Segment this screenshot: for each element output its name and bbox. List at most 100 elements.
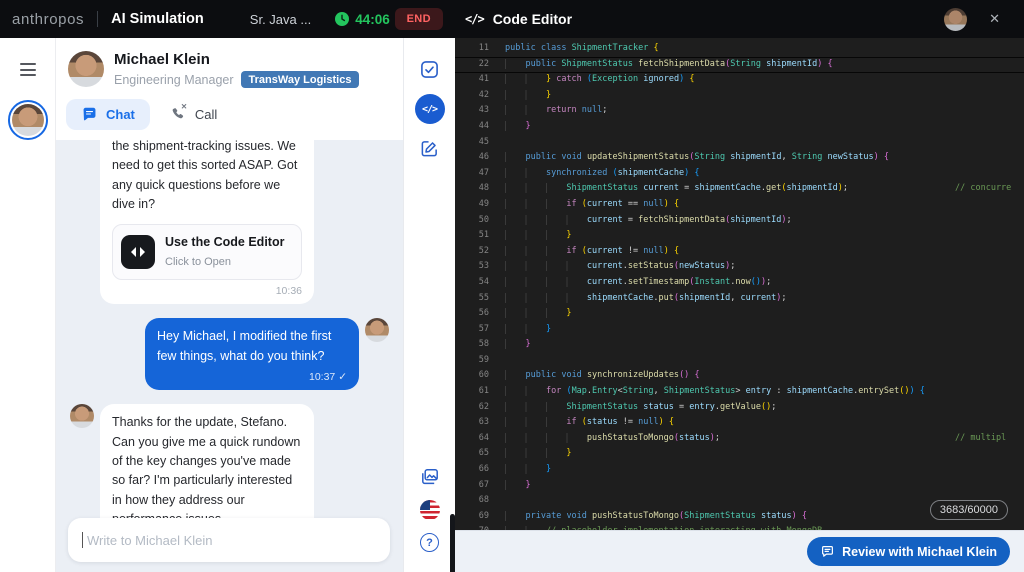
line-number: 68 (455, 493, 489, 509)
sidebar-contact-michael[interactable] (8, 100, 48, 140)
message-text: Thanks for the update, Stefano. Can you … (112, 413, 302, 529)
tab-call[interactable]: ✕ Call (170, 106, 217, 123)
code-line[interactable]: 59 (455, 353, 1024, 369)
code-line[interactable]: 43 return null; (455, 103, 1024, 119)
line-number: 47 (455, 166, 489, 182)
line-number: 62 (455, 400, 489, 416)
message-input[interactable] (85, 532, 376, 549)
code-editor-tool-active[interactable]: </> (415, 94, 445, 124)
line-number: 64 (455, 431, 489, 447)
code-line[interactable]: 44 } (455, 119, 1024, 135)
line-number: 52 (455, 244, 489, 260)
close-icon[interactable]: ✕ (989, 11, 1000, 27)
line-number: 69 (455, 509, 489, 525)
line-number: 65 (455, 446, 489, 462)
code-line[interactable]: 55 shipmentCache.put(shipmentId, current… (455, 291, 1024, 307)
line-number: 49 (455, 197, 489, 213)
menu-icon[interactable] (20, 63, 36, 80)
line-number: 67 (455, 478, 489, 494)
contacts-sidebar (0, 38, 56, 572)
card-subtitle: Click to Open (165, 254, 284, 271)
line-number: 44 (455, 119, 489, 135)
code-line[interactable]: 47 synchronized (shipmentCache) { (455, 166, 1024, 182)
open-code-editor-card[interactable]: Use the Code Editor Click to Open (112, 224, 302, 280)
tasks-icon[interactable] (420, 60, 439, 79)
chat-tabs: Chat ✕ Call (66, 99, 217, 130)
line-number: 43 (455, 103, 489, 119)
compose-icon[interactable] (420, 139, 439, 158)
code-line[interactable]: 54 current.setTimestamp(Instant.now()); (455, 275, 1024, 291)
divider (97, 11, 98, 27)
avatar (12, 104, 44, 136)
code-editor-title: Code Editor (493, 11, 572, 27)
code-line[interactable]: 58 } (455, 337, 1024, 353)
company-badge: TransWay Logistics (241, 71, 360, 88)
code-line[interactable]: 48 ShipmentStatus current = shipmentCach… (455, 181, 1024, 197)
session-timer: 44:06 (335, 12, 390, 27)
avatar[interactable] (944, 8, 967, 31)
clock-icon (335, 12, 349, 26)
code-line[interactable]: 65 } (455, 446, 1024, 462)
call-unavailable-icon: ✕ (181, 102, 187, 111)
avatar (68, 51, 104, 87)
line-number: 51 (455, 228, 489, 244)
code-line[interactable]: 56 } (455, 306, 1024, 322)
code-line[interactable]: 66 } (455, 462, 1024, 478)
line-number: 66 (455, 462, 489, 478)
line-number: 56 (455, 306, 489, 322)
chat-header: Michael Klein Engineering Manager TransW… (56, 38, 403, 140)
code-line[interactable]: 46 public void updateShipmentStatus(Stri… (455, 150, 1024, 166)
review-button[interactable]: Review with Michael Klein (807, 537, 1010, 566)
tab-chat[interactable]: Chat (66, 99, 150, 130)
chat-bubble-icon (81, 106, 98, 123)
line-number: 45 (455, 135, 489, 151)
character-counter: 3683/60000 (930, 500, 1008, 520)
line-number: 53 (455, 259, 489, 275)
review-chat-icon (820, 544, 835, 559)
incoming-message-bubble: the shipment-tracking issues. We need to… (100, 140, 314, 304)
code-line[interactable]: 63 if (status != null) { (455, 415, 1024, 431)
code-line[interactable]: 41 } catch (Exception ignored) { (455, 72, 1024, 88)
end-session-button[interactable]: END (395, 8, 443, 30)
language-flag-icon[interactable] (420, 500, 440, 520)
text-caret (82, 532, 83, 548)
code-line[interactable]: 42 } (455, 88, 1024, 104)
code-line[interactable]: 60 public void synchronizeUpdates() { (455, 368, 1024, 384)
help-icon[interactable]: ? (420, 533, 439, 552)
line-number: 63 (455, 415, 489, 431)
code-line[interactable]: 67 } (455, 478, 1024, 494)
code-line[interactable]: 53 current.setStatus(newStatus); (455, 259, 1024, 275)
line-number: 50 (455, 213, 489, 229)
line-number: 57 (455, 322, 489, 338)
line-number: 46 (455, 150, 489, 166)
anthropos-logo: anthropos (12, 11, 84, 28)
code-line[interactable]: 52 if (current != null) { (455, 244, 1024, 260)
code-line[interactable]: 22 public ShipmentStatus fetchShipmentDa… (455, 57, 1024, 73)
tools-rail: </> ? (403, 38, 455, 572)
code-line[interactable]: 64 pushStatusToMongo(status);// multipl (455, 431, 1024, 447)
contact-name: Michael Klein (114, 51, 359, 68)
timer-value: 44:06 (355, 12, 390, 27)
images-icon[interactable] (420, 467, 440, 487)
line-number: 58 (455, 337, 489, 353)
avatar (365, 318, 389, 342)
card-title: Use the Code Editor (165, 233, 284, 252)
code-line[interactable]: 11public class ShipmentTracker { (455, 41, 1024, 57)
line-number: 59 (455, 353, 489, 369)
tab-call-label: Call (195, 107, 217, 122)
line-number: 61 (455, 384, 489, 400)
contact-info: Michael Klein Engineering Manager TransW… (68, 51, 359, 88)
line-number: 42 (455, 88, 489, 104)
code-line[interactable]: 61 for (Map.Entry<String, ShipmentStatus… (455, 384, 1024, 400)
code-line[interactable]: 57 } (455, 322, 1024, 338)
review-button-label: Review with Michael Klein (842, 545, 997, 559)
avatar (70, 404, 94, 428)
code-line[interactable]: 51 } (455, 228, 1024, 244)
code-line[interactable]: 62 ShipmentStatus status = entry.getValu… (455, 400, 1024, 416)
code-line[interactable]: 49 if (current == null) { (455, 197, 1024, 213)
message-text: Hey Michael, I modified the first few th… (157, 327, 347, 366)
code-line[interactable]: 45 (455, 135, 1024, 151)
line-number: 11 (455, 41, 489, 57)
code-editor[interactable]: 11public class ShipmentTracker {22 publi… (455, 38, 1024, 530)
code-line[interactable]: 50 current = fetchShipmentData(shipmentI… (455, 213, 1024, 229)
